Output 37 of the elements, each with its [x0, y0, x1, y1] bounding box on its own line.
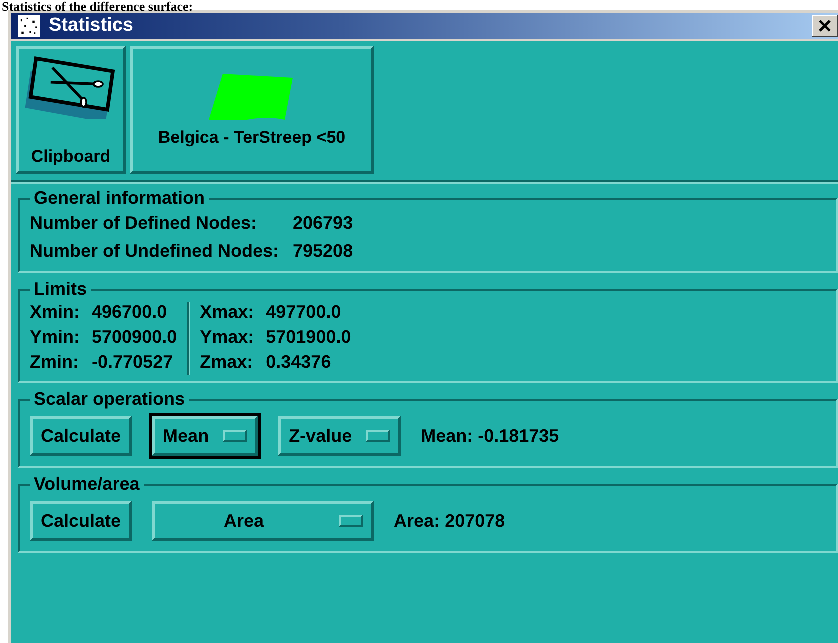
- option-indicator-icon: [366, 430, 390, 442]
- toolbar-button[interactable]: Belgica - TerStreep <50: [130, 46, 374, 174]
- field-value: 497700.0: [266, 301, 342, 324]
- option-dropdown[interactable]: Z-value: [278, 416, 402, 456]
- option-dropdown[interactable]: Mean: [152, 416, 258, 456]
- field-value: 0.34376: [266, 351, 332, 374]
- section-title: General information: [33, 188, 206, 209]
- field-label: Number of Defined Nodes:: [30, 212, 258, 235]
- field-value: 795208: [293, 240, 354, 263]
- field-label: Xmax:: [200, 301, 254, 324]
- field-value: -0.770527: [92, 351, 174, 374]
- section-title: Limits: [33, 279, 88, 300]
- field-value: 206793: [293, 212, 354, 235]
- option-dropdown[interactable]: Area: [152, 501, 374, 541]
- option-indicator-icon: [223, 430, 248, 442]
- close-button[interactable]: [812, 15, 838, 37]
- field-value: 496700.0: [92, 301, 168, 324]
- toolbar-button[interactable]: Clipboard: [16, 46, 126, 174]
- option-indicator-icon: [339, 515, 364, 527]
- calculate-button[interactable]: Calculate: [30, 501, 132, 541]
- field-label: Zmax:: [200, 351, 254, 374]
- caption-text: Statistics of the difference surface:: [1, 0, 194, 10]
- field-label: Xmin:: [30, 301, 80, 324]
- window-title: Statistics: [49, 15, 134, 37]
- calculate-button[interactable]: Calculate: [30, 416, 132, 456]
- field-label: Number of Undefined Nodes:: [30, 240, 280, 263]
- field-value: 5701900.0: [266, 326, 352, 349]
- field-label: Ymax:: [200, 326, 254, 349]
- field-value: 5700900.0: [92, 326, 178, 349]
- scissors-icon: [25, 55, 117, 119]
- close-icon: [818, 19, 832, 33]
- result-text: Mean: -0.181735: [421, 426, 560, 446]
- section-title: Volume/area: [33, 474, 141, 495]
- section-title: Scalar operations: [33, 389, 186, 410]
- field-label: Zmin:: [30, 351, 80, 374]
- field-label: Ymin:: [30, 326, 80, 349]
- result-text: Area: 207078: [394, 510, 506, 532]
